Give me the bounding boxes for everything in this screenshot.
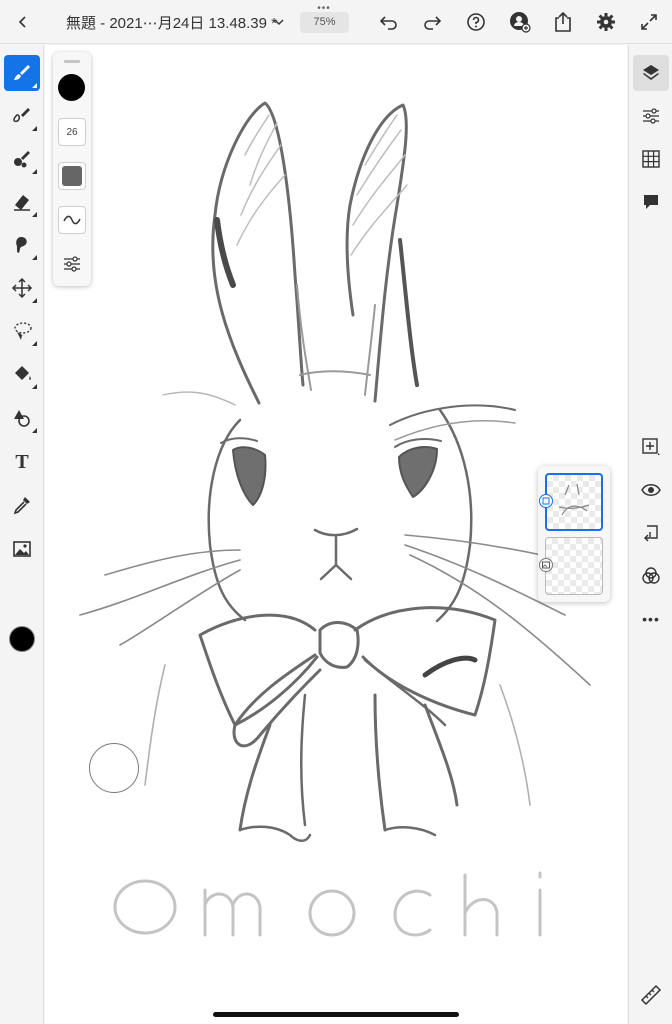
merge-down-icon xyxy=(644,525,658,542)
panel-drag-handle[interactable] xyxy=(64,60,80,63)
ruler-button[interactable] xyxy=(633,977,669,1013)
brush-flow-button[interactable] xyxy=(58,206,86,234)
eyedropper-tool[interactable] xyxy=(4,487,40,523)
brush-settings-panel: 26 xyxy=(53,52,91,286)
redo-icon xyxy=(424,16,442,30)
eye-icon xyxy=(641,484,661,496)
text-icon: T xyxy=(15,450,29,473)
color-picker-swatch[interactable] xyxy=(9,626,35,652)
share-icon xyxy=(555,11,571,32)
layer-image-badge xyxy=(539,558,553,572)
brush-cursor xyxy=(89,743,139,793)
chevron-left-icon xyxy=(18,16,26,28)
grid-icon xyxy=(642,150,660,168)
brush-size-button[interactable]: 26 xyxy=(58,118,86,146)
eraser-icon xyxy=(14,195,30,211)
pixel-brush-tool[interactable] xyxy=(4,98,40,134)
eraser-tool[interactable] xyxy=(4,184,40,220)
sketch-thumbnail-icon xyxy=(558,483,590,516)
add-layer-button[interactable] xyxy=(633,429,669,465)
help-button[interactable] xyxy=(461,7,491,37)
title-menu-button[interactable] xyxy=(264,7,294,37)
lasso-tool[interactable] xyxy=(4,313,40,349)
layer-background-thumbnail[interactable] xyxy=(545,537,603,595)
pixel-brush-icon xyxy=(13,108,30,123)
more-options-button[interactable]: ••• xyxy=(633,601,669,637)
add-layer-icon xyxy=(642,438,660,455)
invite-user-icon xyxy=(510,12,531,33)
image-tool[interactable] xyxy=(4,531,40,567)
shapes-tool[interactable] xyxy=(4,400,40,436)
top-bar: 無題 - 2021⋯月24日 13.48.39 * ••• 75% xyxy=(0,0,672,44)
brush-size-value: 26 xyxy=(66,126,78,138)
text-tool[interactable]: T xyxy=(4,444,40,480)
undo-icon xyxy=(379,16,397,30)
shapes-icon xyxy=(14,410,30,427)
layers-panel xyxy=(538,466,610,602)
opacity-icon xyxy=(62,166,82,186)
lasso-icon xyxy=(14,322,32,340)
sliders-icon xyxy=(64,256,80,272)
fullscreen-button[interactable] xyxy=(634,7,664,37)
comments-icon xyxy=(644,195,658,209)
right-toolbar: ••• xyxy=(628,45,672,1024)
settings-button[interactable] xyxy=(591,7,621,37)
gear-icon xyxy=(597,13,615,31)
eyedropper-icon xyxy=(13,497,30,515)
layers-icon xyxy=(643,65,659,80)
undo-button[interactable] xyxy=(374,7,404,37)
expand-icon xyxy=(641,14,657,30)
image-layer-icon xyxy=(542,561,550,569)
help-icon xyxy=(467,13,485,31)
redo-button[interactable] xyxy=(417,7,447,37)
blend-icon xyxy=(642,567,660,584)
left-toolbar: T xyxy=(0,45,44,1024)
brush-color-swatch[interactable] xyxy=(58,74,85,101)
fill-icon xyxy=(15,366,31,380)
mixer-brush-icon xyxy=(14,151,30,168)
layer-properties-button[interactable] xyxy=(633,98,669,134)
fill-tool[interactable] xyxy=(4,356,40,392)
brush-stroke-icon xyxy=(63,215,81,225)
smudge-tool[interactable] xyxy=(4,227,40,263)
zoom-level[interactable]: 75% xyxy=(300,12,349,33)
document-title[interactable]: 無題 - 2021⋯月24日 13.48.39 * xyxy=(66,12,277,33)
home-indicator[interactable] xyxy=(213,1012,459,1017)
comments-button[interactable] xyxy=(633,184,669,220)
layer-type-badge xyxy=(539,494,553,508)
share-button[interactable] xyxy=(548,7,578,37)
ruler-icon xyxy=(640,984,662,1006)
visibility-button[interactable] xyxy=(633,472,669,508)
brush-layer-icon xyxy=(542,497,550,505)
smudge-icon xyxy=(16,237,27,253)
paint-brush-icon xyxy=(14,65,30,80)
blend-mode-button[interactable] xyxy=(633,558,669,594)
invite-button[interactable] xyxy=(505,7,535,37)
layers-button[interactable] xyxy=(633,55,669,91)
back-button[interactable] xyxy=(8,7,38,37)
brush-opacity-button[interactable] xyxy=(58,162,86,190)
paint-brush-tool[interactable] xyxy=(4,55,40,91)
layer-sketch-thumbnail[interactable] xyxy=(545,473,603,531)
grid-button[interactable] xyxy=(633,141,669,177)
merge-down-button[interactable] xyxy=(633,515,669,551)
move-tool[interactable] xyxy=(4,270,40,306)
mixer-brush-tool[interactable] xyxy=(4,141,40,177)
layer-properties-icon xyxy=(643,108,659,124)
brush-settings-button[interactable] xyxy=(58,250,86,278)
chevron-down-icon xyxy=(274,19,284,26)
move-icon xyxy=(11,277,33,299)
image-icon xyxy=(13,541,31,557)
